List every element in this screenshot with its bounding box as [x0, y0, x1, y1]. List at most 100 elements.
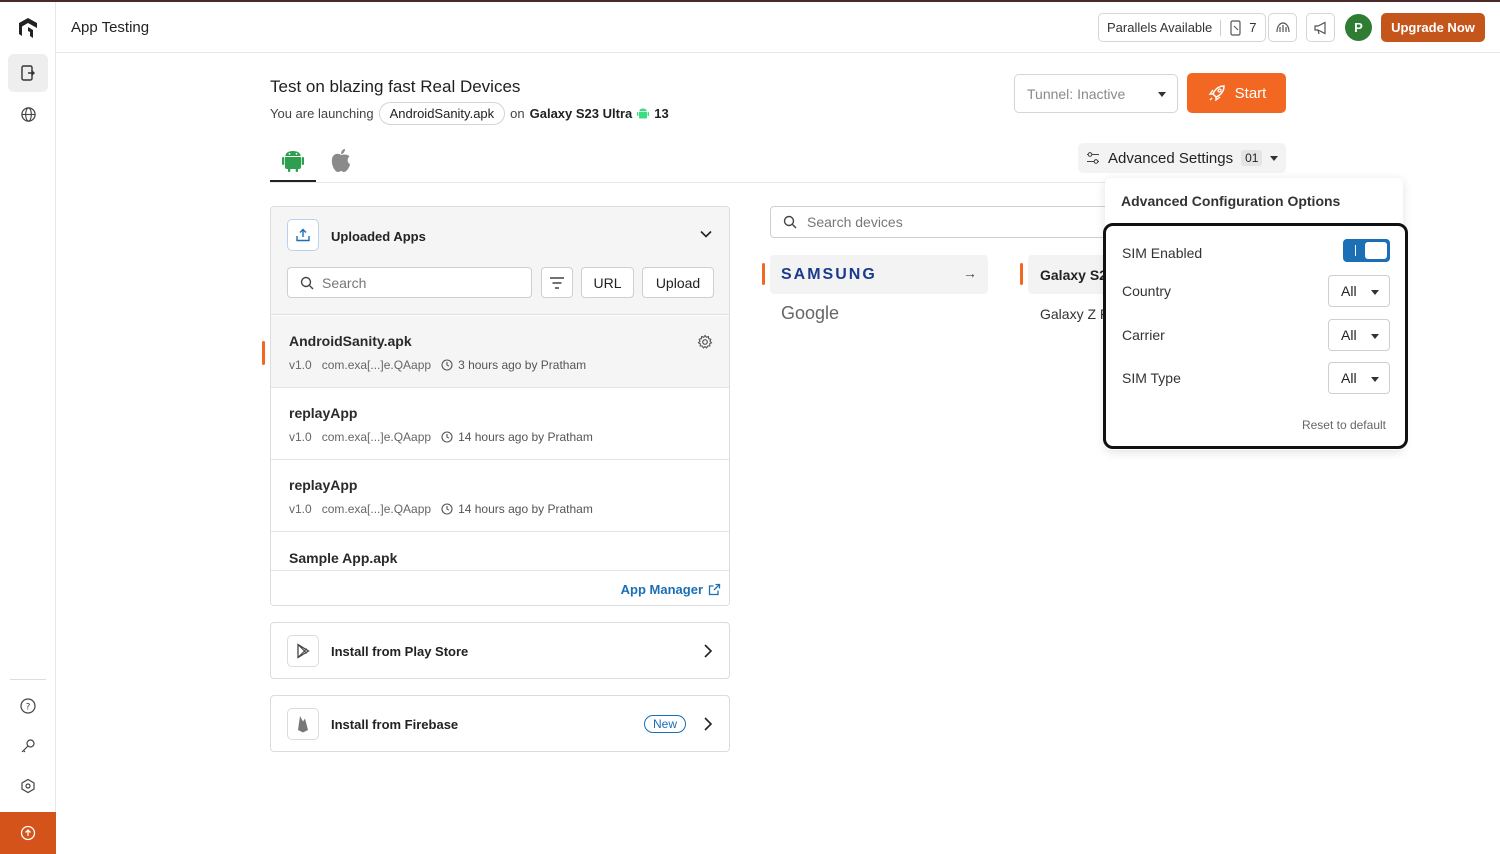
nav-app-testing-icon[interactable] — [8, 54, 48, 92]
clock-icon — [441, 359, 453, 371]
toggle-on-mark — [1355, 245, 1356, 256]
chevron-down-icon — [1371, 334, 1379, 339]
app-package: com.exa[...]e.QAapp — [321, 358, 432, 372]
android-icon — [282, 151, 304, 172]
brand-item-google[interactable]: Google — [781, 303, 839, 324]
advanced-settings-button[interactable]: Advanced Settings 01 — [1078, 143, 1286, 173]
samsung-logo: SAMSUNG — [781, 266, 877, 283]
upgrade-now-button[interactable]: Upgrade Now — [1381, 13, 1485, 42]
app-name: replayApp — [289, 405, 358, 421]
app-name: Sample App.apk — [289, 550, 398, 566]
external-link-icon — [708, 583, 721, 596]
parallels-label: Parallels Available — [1107, 20, 1213, 35]
url-button[interactable]: URL — [581, 267, 634, 298]
tunnel-dropdown[interactable]: Tunnel: Inactive — [1014, 74, 1178, 113]
device-search-input[interactable]: Search devices — [770, 206, 1130, 238]
gear-icon[interactable] — [697, 334, 713, 350]
app-meta: v1.0 com.exa[...]e.QAapp 3 hours ago by … — [289, 358, 586, 372]
device-search-placeholder: Search devices — [807, 214, 903, 230]
app-time-text: 14 hours ago by Pratham — [458, 430, 593, 444]
install-firebase-card[interactable]: Install from Firebase New — [270, 695, 730, 752]
app-manager-link[interactable]: App Manager — [621, 582, 721, 597]
os-tabs: Advanced Settings 01 — [270, 140, 1286, 183]
top-header: App Testing Parallels Available 7 P Upgr… — [56, 2, 1500, 53]
app-upload-time: 14 hours ago by Pratham — [441, 502, 593, 516]
svg-text:?: ? — [26, 703, 31, 713]
app-name: AndroidSanity.apk — [289, 333, 412, 349]
parallels-available-button[interactable]: Parallels Available 7 — [1098, 13, 1266, 42]
brand-item-samsung[interactable]: SAMSUNG → — [770, 255, 988, 294]
new-badge: New — [644, 715, 687, 733]
chevron-down-icon[interactable] — [699, 227, 713, 241]
app-manager-bar: App Manager — [271, 570, 729, 605]
chevron-down-icon — [1270, 156, 1278, 161]
uploaded-apps-title: Uploaded Apps — [331, 229, 426, 244]
launch-summary: You are launching AndroidSanity.apk on G… — [270, 102, 669, 125]
app-package: com.exa[...]e.QAapp — [321, 502, 432, 516]
country-select[interactable]: All — [1328, 275, 1390, 307]
chevron-right-icon — [704, 644, 713, 658]
start-label: Start — [1234, 84, 1267, 102]
app-version: v1.0 — [289, 502, 312, 516]
tab-ios[interactable] — [318, 140, 364, 182]
install-firebase-label: Install from Firebase — [331, 717, 459, 732]
app-list-item[interactable]: replayApp v1.0 com.exa[...]e.QAapp 14 ho… — [271, 388, 729, 460]
sim-enabled-toggle[interactable] — [1343, 239, 1390, 262]
app-manager-label: App Manager — [620, 582, 703, 597]
sim-type-label: SIM Type — [1122, 370, 1181, 386]
country-value: All — [1341, 283, 1357, 299]
model-item-galaxy-z[interactable]: Galaxy Z F — [1040, 306, 1106, 322]
tab-android[interactable] — [270, 140, 316, 182]
install-play-store-card[interactable]: Install from Play Store — [270, 622, 730, 679]
firebase-icon — [287, 708, 319, 740]
selected-brand-indicator — [762, 263, 765, 285]
logo-icon[interactable] — [16, 16, 40, 40]
nav-web-testing-icon[interactable] — [8, 95, 48, 133]
app-name: replayApp — [289, 477, 358, 493]
sim-type-value: All — [1341, 370, 1357, 386]
apple-icon — [331, 149, 350, 172]
chevron-down-icon — [1371, 290, 1379, 295]
chevron-down-icon — [1158, 92, 1166, 97]
page-title: App Testing — [71, 19, 150, 36]
help-icon[interactable]: ? — [8, 687, 48, 725]
upload-icon — [287, 219, 319, 251]
parallels-device-icon — [1230, 19, 1241, 36]
upgrade-arrow-icon[interactable] — [0, 812, 56, 854]
app-meta: v1.0 com.exa[...]e.QAapp 14 hours ago by… — [289, 502, 593, 516]
advanced-settings-label: Advanced Settings — [1108, 149, 1234, 167]
filter-icon — [550, 276, 564, 289]
left-rail: ? — [0, 2, 56, 854]
filter-button[interactable] — [541, 267, 573, 298]
tunnel-label: Tunnel: Inactive — [1027, 85, 1126, 102]
reset-to-default-link[interactable]: Reset to default — [1302, 418, 1386, 432]
chevron-right-icon — [704, 717, 713, 731]
sim-type-row: SIM Type All — [1122, 362, 1390, 394]
app-version: v1.0 — [289, 358, 312, 372]
app-list-item[interactable]: replayApp v1.0 com.exa[...]e.QAapp 14 ho… — [271, 460, 729, 532]
carrier-select[interactable]: All — [1328, 319, 1390, 351]
install-play-store-label: Install from Play Store — [331, 644, 469, 659]
rail-divider — [10, 679, 46, 680]
toggle-knob — [1365, 242, 1387, 259]
start-button[interactable]: Start — [1187, 73, 1286, 113]
key-icon[interactable] — [8, 727, 48, 765]
upload-button[interactable]: Upload — [642, 267, 714, 298]
play-store-icon — [287, 635, 319, 667]
avatar[interactable]: P — [1345, 14, 1372, 41]
clock-icon — [441, 503, 453, 515]
launch-device: Galaxy S23 Ultra — [529, 106, 633, 121]
parallels-divider — [1220, 19, 1222, 36]
app-list-item[interactable]: AndroidSanity.apk v1.0 com.exa[...]e.QAa… — [271, 316, 729, 388]
app-upload-time: 3 hours ago by Pratham — [441, 358, 586, 372]
accessibility-icon[interactable] — [1268, 13, 1297, 42]
announcement-icon[interactable] — [1306, 13, 1335, 42]
app-meta: v1.0 com.exa[...]e.QAapp 14 hours ago by… — [289, 430, 593, 444]
integrations-icon[interactable] — [8, 767, 48, 805]
chevron-down-icon — [1371, 377, 1379, 382]
apps-search-input[interactable]: Search — [287, 267, 532, 298]
sim-type-select[interactable]: All — [1328, 362, 1390, 394]
advanced-config-title: Advanced Configuration Options — [1121, 193, 1341, 209]
app-package: com.exa[...]e.QAapp — [321, 430, 432, 444]
app-upload-time: 14 hours ago by Pratham — [441, 430, 593, 444]
